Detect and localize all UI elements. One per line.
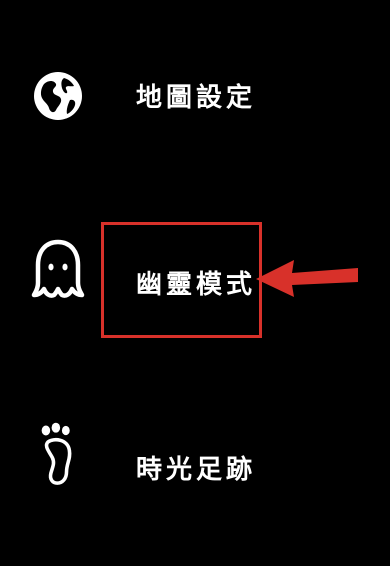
menu-item-label: 地圖設定	[136, 83, 257, 113]
globe-icon	[30, 64, 86, 128]
highlight-box	[101, 222, 262, 338]
menu-item-map-settings[interactable]: 地圖設定	[0, 40, 390, 150]
footprint-icon	[30, 422, 86, 486]
settings-menu: 地圖設定 幽靈模式 時光足跡	[0, 0, 390, 566]
arrow-left-icon	[254, 252, 360, 302]
ghost-icon	[30, 237, 86, 301]
menu-item-label: 時光足跡	[136, 455, 257, 485]
menu-item-footprints[interactable]: 時光足跡	[0, 410, 390, 520]
